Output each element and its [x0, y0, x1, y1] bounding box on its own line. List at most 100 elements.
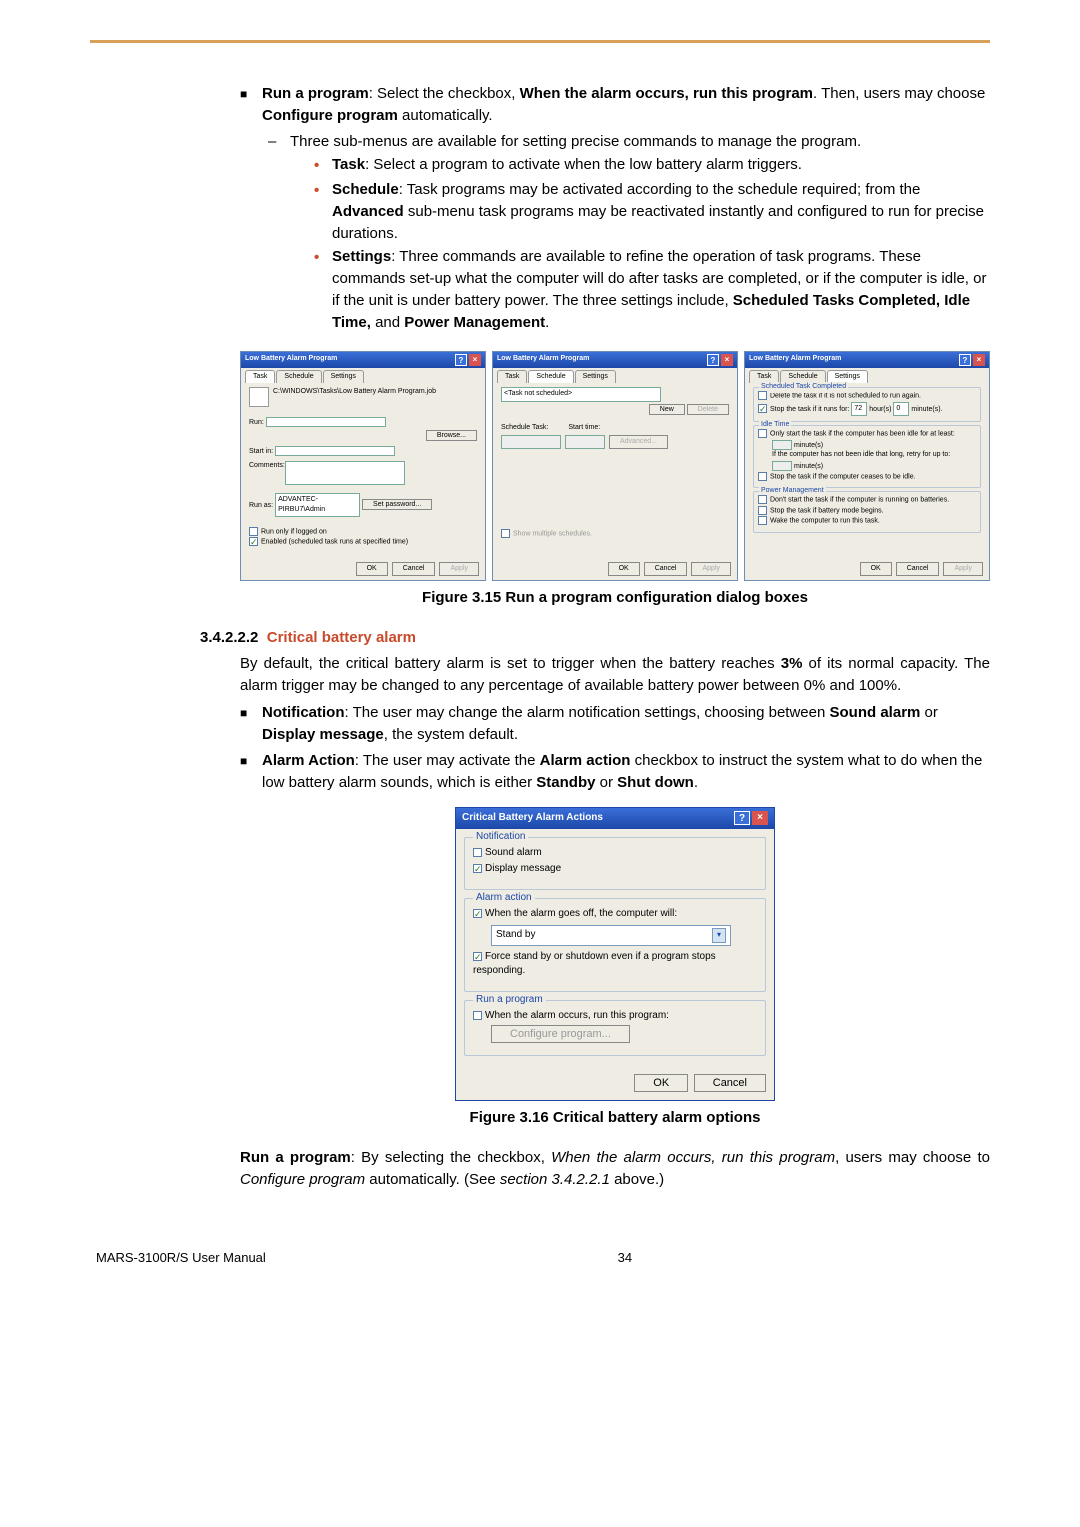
chk-idle3[interactable]: [758, 472, 767, 481]
figure-315-row: Low Battery Alarm Program?× TaskSchedule…: [240, 351, 990, 581]
t: 3%: [781, 655, 803, 672]
chk-pm2[interactable]: [758, 506, 767, 515]
t: and: [371, 314, 404, 331]
stc-hours[interactable]: 72: [851, 402, 867, 416]
apply-button[interactable]: Apply: [439, 562, 479, 576]
t: Shut down: [617, 774, 694, 791]
lbl-when-alarm: When the alarm goes off, the computer wi…: [485, 908, 677, 919]
t: . Then, users may choose: [813, 85, 985, 102]
lbl-pm1: Don't start the task if the computer is …: [770, 496, 949, 503]
ok-button[interactable]: OK: [634, 1074, 688, 1092]
chk-stc1[interactable]: [758, 391, 767, 400]
grp-notification: Notification: [473, 830, 528, 845]
ok-button[interactable]: OK: [356, 562, 388, 576]
chk-run-prog[interactable]: [473, 1011, 482, 1020]
square-bullet: ■: [240, 83, 262, 127]
help-icon[interactable]: ?: [734, 811, 750, 825]
sched-task-field[interactable]: [501, 435, 561, 449]
stc-mins[interactable]: 0: [893, 402, 909, 416]
close-icon[interactable]: ×: [721, 354, 733, 366]
dash-marker: –: [268, 131, 290, 153]
chk-force[interactable]: [473, 952, 482, 961]
cancel-button[interactable]: Cancel: [896, 562, 940, 576]
dot-marker: •: [314, 154, 332, 177]
cancel-button[interactable]: Cancel: [644, 562, 688, 576]
close-icon[interactable]: ×: [973, 354, 985, 366]
runas-field[interactable]: ADVANTEC-PIRBU7\Admin: [275, 493, 360, 517]
advanced-button[interactable]: Advanced...: [609, 435, 668, 449]
footer-page-number: 34: [618, 1250, 632, 1265]
help-icon[interactable]: ?: [455, 354, 467, 366]
chk-display[interactable]: [473, 864, 482, 873]
bullet-notification: ■ Notification: The user may change the …: [240, 702, 990, 746]
t: : The user may change the alarm notifica…: [345, 704, 830, 721]
run-field[interactable]: [266, 417, 386, 427]
setpassword-button[interactable]: Set password...: [362, 499, 432, 510]
sel-value: Stand by: [496, 928, 535, 943]
dlg2-title: Critical Battery Alarm Actions: [462, 811, 603, 826]
tab-settings[interactable]: Settings: [575, 370, 616, 383]
t: Advanced: [332, 203, 404, 220]
chk-idle1[interactable]: [758, 429, 767, 438]
t: : Task programs may be activated accordi…: [399, 181, 921, 198]
standby-select[interactable]: Stand by▾: [491, 925, 731, 946]
tab-task[interactable]: Task: [497, 370, 527, 383]
task-not-scheduled[interactable]: <Task not scheduled>: [501, 387, 661, 401]
tab-settings[interactable]: Settings: [323, 370, 364, 383]
t: Notification: [262, 704, 345, 721]
lbl-stc1: Delete the task if it is not scheduled t…: [770, 393, 921, 400]
help-icon[interactable]: ?: [959, 354, 971, 366]
comments-field[interactable]: [285, 461, 405, 485]
section-heading: 3.4.2.2.2 Critical battery alarm: [200, 627, 990, 649]
dlg-title: Low Battery Alarm Program: [749, 354, 841, 366]
chk-pm3[interactable]: [758, 516, 767, 525]
start-time-field[interactable]: [565, 435, 605, 449]
idle1-field[interactable]: [772, 440, 792, 450]
t: minute(s): [794, 462, 823, 469]
t: Alarm action: [540, 752, 631, 769]
tab-schedule[interactable]: Schedule: [528, 370, 573, 383]
new-button[interactable]: New: [649, 404, 685, 415]
t: or: [595, 774, 617, 791]
critical-para: By default, the critical battery alarm i…: [240, 653, 990, 697]
lbl-stc2: Stop the task if it runs for:: [770, 406, 849, 413]
apply-button[interactable]: Apply: [691, 562, 731, 576]
configure-program-button[interactable]: Configure program...: [491, 1025, 630, 1043]
lbl-comments: Comments:: [249, 461, 285, 485]
ok-button[interactable]: OK: [608, 562, 640, 576]
chk-stc2[interactable]: [758, 404, 767, 413]
chk-pm1[interactable]: [758, 495, 767, 504]
footer-left: MARS-3100R/S User Manual: [96, 1250, 266, 1265]
cancel-button[interactable]: Cancel: [392, 562, 436, 576]
task-icon: [249, 387, 269, 407]
idle2-field[interactable]: [772, 461, 792, 471]
grp-pm-title: Power Management: [759, 486, 826, 496]
browse-button[interactable]: Browse...: [426, 430, 477, 441]
cancel-button[interactable]: Cancel: [694, 1074, 766, 1092]
chk-when-alarm[interactable]: [473, 909, 482, 918]
chk-showmult[interactable]: [501, 529, 510, 538]
lbl-run-prog: When the alarm occurs, run this program:: [485, 1010, 669, 1021]
delete-button[interactable]: Delete: [687, 404, 729, 415]
dash-sub-menus: – Three sub-menus are available for sett…: [268, 131, 990, 153]
t: When the alarm occurs, run this program: [551, 1149, 835, 1166]
close-icon[interactable]: ×: [469, 354, 481, 366]
t: : Select the checkbox,: [369, 85, 520, 102]
dot-settings: • Settings: Three commands are available…: [314, 246, 990, 333]
help-icon[interactable]: ?: [707, 354, 719, 366]
ok-button[interactable]: OK: [860, 562, 892, 576]
apply-button[interactable]: Apply: [943, 562, 983, 576]
tab-task[interactable]: Task: [245, 370, 275, 383]
t: above.): [610, 1171, 664, 1188]
chk-runonly[interactable]: [249, 527, 258, 536]
tab-schedule[interactable]: Schedule: [276, 370, 321, 383]
dlg-schedule: Low Battery Alarm Program?× TaskSchedule…: [492, 351, 738, 581]
chk-sound[interactable]: [473, 848, 482, 857]
chk-enabled[interactable]: [249, 537, 258, 546]
startin-field[interactable]: [275, 446, 395, 456]
dot-task: • Task: Select a program to activate whe…: [314, 154, 990, 177]
dlg-title: Low Battery Alarm Program: [497, 354, 589, 366]
grp-run-program: Run a program: [473, 993, 546, 1008]
t: .: [694, 774, 698, 791]
close-icon[interactable]: ×: [752, 811, 768, 825]
